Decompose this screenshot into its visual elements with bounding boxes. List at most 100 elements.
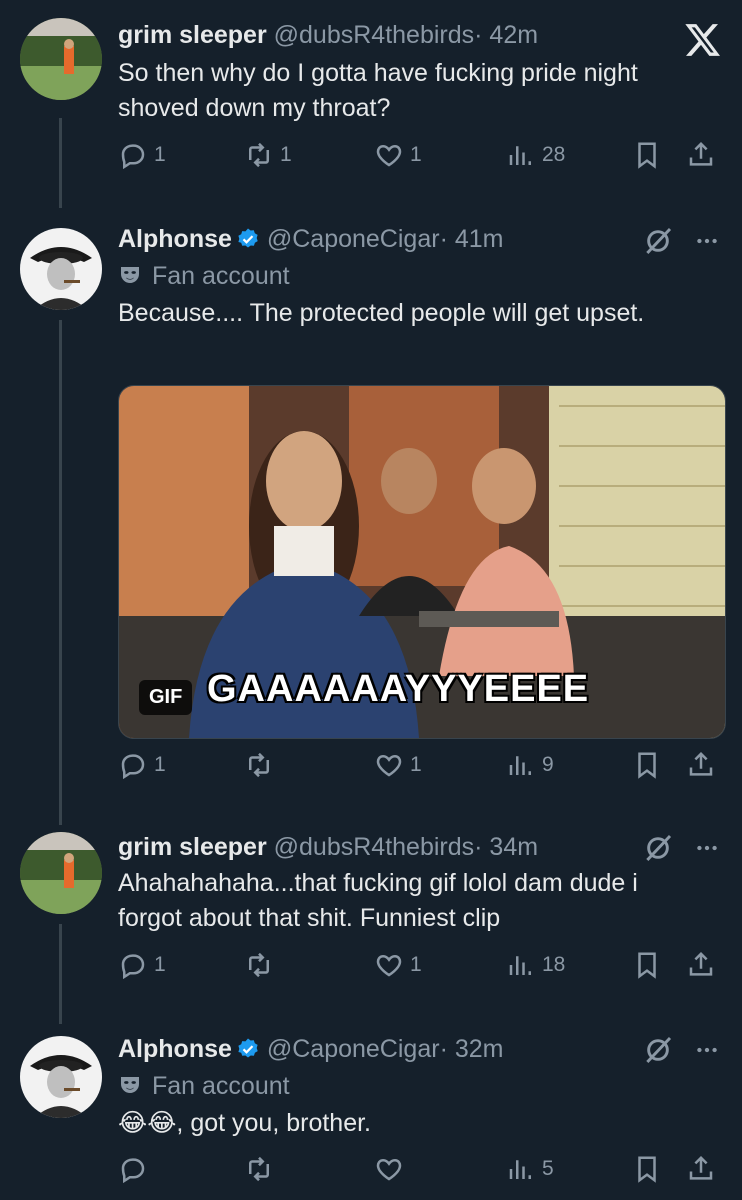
share-button[interactable] xyxy=(686,950,716,980)
user-handle[interactable]: @dubsR4thebirds xyxy=(274,833,475,861)
tweet-header: grim sleeper @dubsR4thebirds· 34m xyxy=(118,830,538,864)
repost-icon xyxy=(244,140,274,170)
share-icon xyxy=(686,950,716,980)
fan-account-label: Fan account xyxy=(118,260,290,292)
views-button[interactable]: 28 xyxy=(506,140,565,170)
share-icon xyxy=(686,1154,716,1184)
like-button[interactable]: 1 xyxy=(374,140,422,170)
timestamp[interactable]: · 34m xyxy=(474,833,538,861)
share-icon xyxy=(686,140,716,170)
thread-line xyxy=(59,320,62,825)
views-icon xyxy=(506,1154,536,1184)
views-icon xyxy=(506,750,536,780)
share-icon xyxy=(686,750,716,780)
muted-icon[interactable] xyxy=(642,225,674,257)
display-name[interactable]: grim sleeper xyxy=(118,21,267,49)
user-handle[interactable]: @dubsR4thebirds xyxy=(274,21,475,49)
reply-button[interactable]: 1 xyxy=(118,750,166,780)
reply-count: 1 xyxy=(154,953,166,976)
action-bar: 1 1 9 xyxy=(118,750,728,790)
bookmark-button[interactable] xyxy=(632,1154,662,1184)
tweet-text: So then why do I gotta have fucking prid… xyxy=(118,59,638,122)
tweet-4[interactable]: Alphonse @CaponeCigar· 32m Fan account 😂… xyxy=(0,1030,742,1200)
tweet-3[interactable]: grim sleeper @dubsR4thebirds· 34m Ahahah… xyxy=(0,828,742,1024)
reply-button[interactable]: 1 xyxy=(118,950,166,980)
share-button[interactable] xyxy=(686,750,716,780)
display-name[interactable]: Alphonse xyxy=(118,225,232,253)
avatar-grim-sleeper[interactable] xyxy=(20,18,102,100)
action-bar: 1 1 1 28 xyxy=(118,140,728,180)
user-handle[interactable]: @CaponeCigar xyxy=(267,225,440,253)
timestamp[interactable]: · 41m xyxy=(440,225,504,253)
bookmark-icon xyxy=(632,750,662,780)
share-button[interactable] xyxy=(686,140,716,170)
reply-button[interactable] xyxy=(118,1154,154,1184)
repost-icon xyxy=(244,1154,274,1184)
thread-line xyxy=(59,924,62,1024)
fan-account-label: Fan account xyxy=(118,1070,290,1102)
view-count: 9 xyxy=(542,753,554,776)
views-button[interactable]: 18 xyxy=(506,950,565,980)
bookmark-button[interactable] xyxy=(632,950,662,980)
display-name[interactable]: Alphonse xyxy=(118,1035,232,1063)
repost-icon xyxy=(244,750,274,780)
tweet-text: Ahahahahaha...that fucking gif lolol dam… xyxy=(118,869,638,932)
views-icon xyxy=(506,950,536,980)
reply-icon xyxy=(118,950,148,980)
repost-icon xyxy=(244,950,274,980)
bookmark-button[interactable] xyxy=(632,750,662,780)
more-icon[interactable] xyxy=(694,1037,720,1063)
reply-button[interactable]: 1 xyxy=(118,140,166,170)
like-button[interactable] xyxy=(374,1154,410,1184)
like-icon xyxy=(374,750,404,780)
reply-count: 1 xyxy=(154,753,166,776)
like-count: 1 xyxy=(410,953,422,976)
repost-button[interactable]: 1 xyxy=(244,140,292,170)
views-button[interactable]: 5 xyxy=(506,1154,554,1184)
user-handle[interactable]: @CaponeCigar xyxy=(267,1035,440,1063)
view-count: 5 xyxy=(542,1157,554,1180)
like-icon xyxy=(374,1154,404,1184)
action-bar: 5 xyxy=(118,1154,728,1194)
muted-icon[interactable] xyxy=(642,832,674,864)
like-icon xyxy=(374,950,404,980)
reply-icon xyxy=(118,1154,148,1184)
avatar-alphonse[interactable] xyxy=(20,228,102,310)
bookmark-icon xyxy=(632,140,662,170)
gif-badge: GIF xyxy=(139,680,193,715)
muted-icon[interactable] xyxy=(642,1034,674,1066)
views-button[interactable]: 9 xyxy=(506,750,554,780)
mask-icon xyxy=(118,1073,142,1097)
like-button[interactable]: 1 xyxy=(374,750,422,780)
reply-count: 1 xyxy=(154,143,166,166)
gif-media[interactable]: GIF GAAAAAAYYYEEEE xyxy=(118,385,726,739)
like-count: 1 xyxy=(410,753,422,776)
verified-icon xyxy=(236,227,260,251)
view-count: 18 xyxy=(542,953,566,976)
repost-count: 1 xyxy=(280,143,292,166)
mask-icon xyxy=(118,263,142,287)
display-name[interactable]: grim sleeper xyxy=(118,833,267,861)
gif-caption: GAAAAAAYYYEEEE xyxy=(207,668,590,710)
more-icon[interactable] xyxy=(694,228,720,254)
timestamp[interactable]: · 42m xyxy=(474,21,538,49)
like-count: 1 xyxy=(410,143,422,166)
bookmark-icon xyxy=(632,950,662,980)
tweet-1[interactable]: grim sleeper @dubsR4thebirds· 42m So the… xyxy=(0,0,742,208)
timestamp[interactable]: · 32m xyxy=(440,1035,504,1063)
repost-button[interactable] xyxy=(244,1154,280,1184)
tweet-header: Alphonse @CaponeCigar· 32m xyxy=(118,1032,503,1066)
like-button[interactable]: 1 xyxy=(374,950,422,980)
view-count: 28 xyxy=(542,143,566,166)
thread-line xyxy=(59,118,62,208)
avatar-grim-sleeper[interactable] xyxy=(20,832,102,914)
repost-button[interactable] xyxy=(244,950,280,980)
bookmark-button[interactable] xyxy=(632,140,662,170)
avatar-alphonse[interactable] xyxy=(20,1036,102,1118)
reply-icon xyxy=(118,140,148,170)
tweet-text: Because.... The protected people will ge… xyxy=(118,299,645,327)
share-button[interactable] xyxy=(686,1154,716,1184)
repost-button[interactable] xyxy=(244,750,280,780)
more-icon[interactable] xyxy=(694,835,720,861)
tweet-header: grim sleeper @dubsR4thebirds· 42m xyxy=(118,18,538,52)
